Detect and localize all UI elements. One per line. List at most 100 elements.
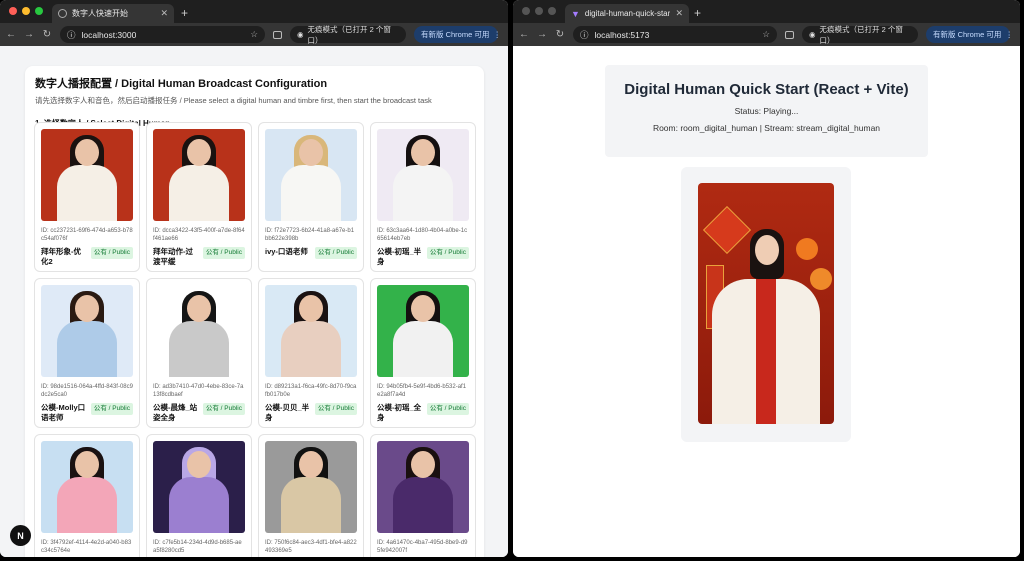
digital-human-id: ID: 3f4792ef-4114-4e2d-a040-b83c34c5764e <box>41 540 132 554</box>
bookmark-star-icon[interactable]: ☆ <box>762 29 770 40</box>
minimize-window-button[interactable] <box>535 7 543 15</box>
digital-human-thumbnail <box>377 285 469 377</box>
digital-human-thumbnail <box>377 129 469 221</box>
digital-human-card[interactable]: ID: 4a61470c-4ba7-495d-8be9-d95fe942007f <box>370 434 476 557</box>
page-viewport[interactable]: Digital Human Quick Start (React + Vite)… <box>513 46 1020 557</box>
digital-human-thumbnail <box>265 129 357 221</box>
lantern-decoration <box>810 268 832 290</box>
browser-tab[interactable]: ▼ digital-human-quick-start-vi ✕ <box>565 4 689 23</box>
fu-decoration <box>702 205 752 255</box>
digital-human-card[interactable]: ID: 94b05fb4-5e9f-4bd6-b532-af1e2a8f7a4d… <box>370 278 476 428</box>
tab-favicon-icon <box>58 9 67 18</box>
digital-human-card[interactable]: ID: 750f6c84-aec3-4df1-bfe4-a822493369e5 <box>258 434 364 557</box>
digital-human-thumbnail <box>153 441 245 533</box>
browser-tab[interactable]: 数字人快速开始 ✕ <box>52 4 174 23</box>
video-player-panel <box>681 167 851 442</box>
address-bar[interactable]: ⓘ localhost:5173 ☆ <box>573 26 777 43</box>
right-browser-window: ▼ digital-human-quick-start-vi ✕ + ← → ↻… <box>513 0 1020 557</box>
figure-body <box>393 321 453 377</box>
maximize-window-button[interactable] <box>35 7 43 15</box>
close-tab-icon[interactable]: ✕ <box>160 8 168 19</box>
figure-body <box>393 477 453 533</box>
incognito-label: 无痕模式（已打开 2 个窗口） <box>307 24 391 45</box>
digital-human-card[interactable]: ID: dcca3422-43f5-400f-a7de-8f64f461ae66… <box>146 122 252 272</box>
digital-human-card[interactable]: ID: 63c3aa64-1d80-4b04-a0be-1c65614eb7eb… <box>370 122 476 272</box>
site-info-icon[interactable]: ⓘ <box>580 29 589 41</box>
tab-search-icon[interactable] <box>273 30 282 39</box>
figure-body <box>57 321 117 377</box>
update-chrome-button[interactable]: 有新版 Chrome 可用 ⋮ <box>414 26 501 43</box>
figure-face <box>187 295 211 322</box>
forward-icon[interactable]: → <box>24 29 34 40</box>
figure-body <box>57 477 117 533</box>
digital-human-name: 公模-贝贝_半身 <box>265 403 310 422</box>
figure-face <box>187 139 211 166</box>
digital-human-name: 拜年动作-过渡平缓 <box>153 247 193 266</box>
digital-human-thumbnail <box>377 441 469 533</box>
figure-body <box>169 165 229 221</box>
incognito-indicator[interactable]: ◉ 无痕模式（已打开 2 个窗口） <box>290 24 406 45</box>
page-viewport[interactable]: 数字人播报配置 / Digital Human Broadcast Config… <box>0 46 508 557</box>
site-info-icon[interactable]: ⓘ <box>67 29 76 41</box>
digital-human-card[interactable]: ID: c7fe5b14-234d-4d9d-b685-aea5f8280cd5 <box>146 434 252 557</box>
figure-face <box>411 139 435 166</box>
menu-dots-icon[interactable]: ⋮ <box>1005 30 1013 39</box>
digital-human-id: ID: cc237231-69f6-474d-a653-b78c54af076f <box>41 228 133 242</box>
digital-human-card[interactable]: ID: cc237231-69f6-474d-a653-b78c54af076f… <box>34 122 140 272</box>
card-footer: 公模-初瑶_半身 公有 / Public <box>377 247 469 267</box>
room-stream-text: Room: room_digital_human | Stream: strea… <box>652 123 881 133</box>
digital-human-card[interactable]: ID: ad3b7410-47d0-4ebe-83ce-7a13f8cdbaef… <box>146 278 252 428</box>
digital-human-card[interactable]: ID: d89213a1-f6ca-49fc-8d70-f9cafb017b0e… <box>258 278 364 428</box>
public-badge: 公有 / Public <box>202 247 245 259</box>
new-tab-button[interactable]: + <box>181 6 188 20</box>
presenter-dress <box>756 279 776 424</box>
figure-face <box>187 451 211 478</box>
figure-face <box>299 139 323 166</box>
back-icon[interactable]: ← <box>519 29 529 40</box>
window-controls <box>522 7 556 15</box>
digital-human-thumbnail <box>41 129 133 221</box>
public-badge: 公有 / Public <box>202 403 245 415</box>
nextjs-badge[interactable]: N <box>10 525 31 546</box>
toolbar: ← → ↻ ⓘ localhost:5173 ☆ ◉ 无痕模式（已打开 2 个窗… <box>513 23 1020 46</box>
tab-search-icon[interactable] <box>785 30 794 39</box>
incognito-icon: ◉ <box>297 30 304 39</box>
figure-face <box>411 295 435 322</box>
forward-icon[interactable]: → <box>537 29 547 40</box>
new-tab-button[interactable]: + <box>694 6 701 20</box>
header-panel: Digital Human Quick Start (React + Vite)… <box>605 65 928 157</box>
lantern-decoration <box>796 238 818 260</box>
close-tab-icon[interactable]: ✕ <box>675 8 683 19</box>
reload-icon[interactable]: ↻ <box>555 29 565 40</box>
incognito-indicator[interactable]: ◉ 无痕模式（已打开 2 个窗口） <box>802 25 918 45</box>
close-window-button[interactable] <box>522 7 530 15</box>
digital-human-id: ID: ad3b7410-47d0-4ebe-83ce-7a13f8cdbaef <box>153 384 244 398</box>
minimize-window-button[interactable] <box>22 7 30 15</box>
address-text: localhost:5173 <box>594 29 650 40</box>
bookmark-star-icon[interactable]: ☆ <box>250 29 258 40</box>
back-icon[interactable]: ← <box>6 29 16 40</box>
presenter-face <box>755 235 779 265</box>
tab-bar: ▼ digital-human-quick-start-vi ✕ + <box>513 0 1020 23</box>
address-text: localhost:3000 <box>81 29 137 40</box>
digital-human-name: 公模-初瑶_半身 <box>377 247 422 266</box>
figure-body <box>281 477 341 533</box>
public-badge: 公有 / Public <box>314 403 357 415</box>
digital-human-card[interactable]: ID: 3f4792ef-4114-4e2d-a040-b83c34c5764e <box>34 434 140 557</box>
update-chrome-button[interactable]: 有新版 Chrome 可用 ⋮ <box>926 26 1013 43</box>
digital-human-card[interactable]: ID: f72e7723-6b24-41a8-a67e-b1bb622e398b… <box>258 122 364 272</box>
digital-human-id: ID: 63c3aa64-1d80-4b04-a0be-1c65614eb7eb <box>377 228 468 242</box>
menu-dots-icon[interactable]: ⋮ <box>493 30 501 39</box>
close-window-button[interactable] <box>9 7 17 15</box>
update-label: 有新版 Chrome 可用 <box>421 30 490 39</box>
digital-human-id: ID: 4a61470c-4ba7-495d-8be9-d95fe942007f <box>377 540 468 554</box>
digital-human-id: ID: 94b05fb4-5e9f-4bd6-b532-af1e2a8f7a4d <box>377 384 467 398</box>
reload-icon[interactable]: ↻ <box>42 29 52 40</box>
window-controls <box>9 7 43 15</box>
digital-human-name: 公模-初瑶_全身 <box>377 403 422 422</box>
maximize-window-button[interactable] <box>548 7 556 15</box>
public-badge: 公有 / Public <box>314 247 357 259</box>
address-bar[interactable]: ⓘ localhost:3000 ☆ <box>60 26 265 43</box>
digital-human-video[interactable] <box>698 183 834 424</box>
digital-human-card[interactable]: ID: 98de1516-064a-4ffd-843f-08c9dc2e5ca0… <box>34 278 140 428</box>
